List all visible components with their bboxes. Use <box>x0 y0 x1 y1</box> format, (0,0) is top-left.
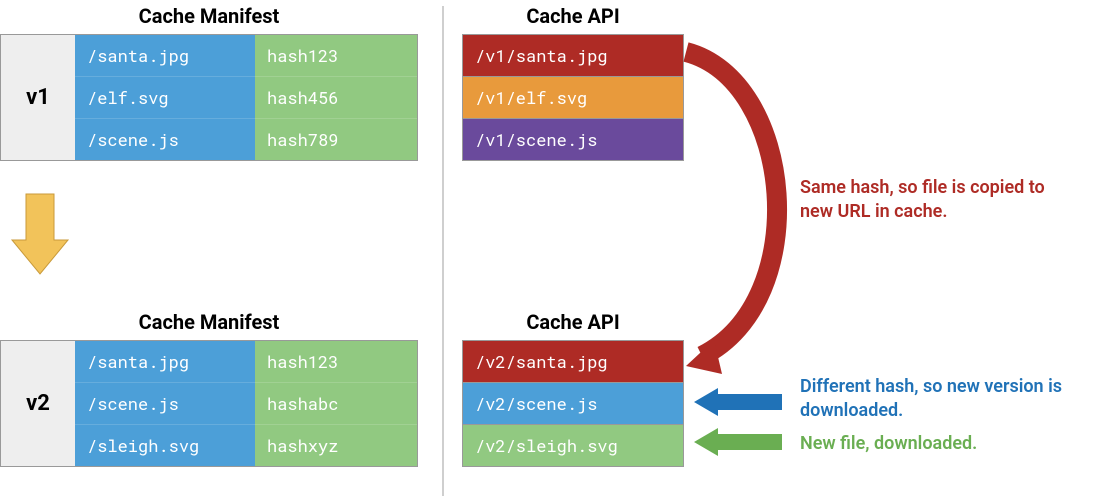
manifest-file: /scene.js <box>75 119 255 160</box>
manifest-file: /sleigh.svg <box>75 425 255 466</box>
manifest-hash: hash123 <box>255 35 417 77</box>
api-file: /sleigh.svg <box>506 434 618 457</box>
manifest-v1-version: v1 <box>1 35 75 160</box>
note-diff-hash: Different hash, so new version is downlo… <box>800 375 1080 424</box>
api-prefix: /v1 <box>475 44 506 67</box>
manifest-v2-block: Cache Manifest v2 /santa.jpg hash123 /sc… <box>0 310 418 467</box>
manifest-file: /santa.jpg <box>75 341 255 383</box>
cache-api-v1-heading: Cache API <box>462 4 684 28</box>
api-file: /scene.js <box>506 392 598 415</box>
manifest-hash: hashabc <box>255 383 417 425</box>
api-row: /v1/scene.js <box>462 118 684 161</box>
manifest-v2-files: /santa.jpg hash123 /scene.js hashabc /sl… <box>75 341 417 466</box>
api-prefix: /v1 <box>475 86 506 109</box>
down-arrow-icon <box>10 190 70 280</box>
api-row: /v2/sleigh.svg <box>462 424 684 467</box>
manifest-hash: hashxyz <box>255 425 417 466</box>
api-file: /santa.jpg <box>506 350 608 373</box>
manifest-row: /santa.jpg hash123 <box>75 341 417 383</box>
manifest-file: /elf.svg <box>75 77 255 119</box>
cache-api-v1-block: Cache API /v1/santa.jpg /v1/elf.svg /v1/… <box>462 4 684 161</box>
manifest-v2-heading: Cache Manifest <box>0 310 418 334</box>
api-prefix: /v2 <box>475 350 506 373</box>
api-row: /v1/elf.svg <box>462 76 684 118</box>
manifest-v2-version: v2 <box>1 341 75 466</box>
cache-api-v2-block: Cache API /v2/santa.jpg /v2/scene.js /v2… <box>462 310 684 467</box>
manifest-row: /scene.js hashabc <box>75 383 417 425</box>
api-row: /v1/santa.jpg <box>462 34 684 76</box>
note-same-hash: Same hash, so file is copied to new URL … <box>800 176 1050 225</box>
api-file: /scene.js <box>506 128 598 151</box>
manifest-v1-files: /santa.jpg hash123 /elf.svg hash456 /sce… <box>75 35 417 160</box>
api-file: /elf.svg <box>506 86 588 109</box>
api-prefix: /v1 <box>475 128 506 151</box>
manifest-file: /scene.js <box>75 383 255 425</box>
manifest-row: /scene.js hash789 <box>75 119 417 160</box>
manifest-hash: hash789 <box>255 119 417 160</box>
manifest-row: /sleigh.svg hashxyz <box>75 425 417 466</box>
diff-hash-arrow-icon <box>694 388 784 416</box>
new-file-arrow-icon <box>694 428 784 456</box>
api-file: /santa.jpg <box>506 44 608 67</box>
manifest-v2-table: v2 /santa.jpg hash123 /scene.js hashabc … <box>0 340 418 467</box>
api-row: /v2/santa.jpg <box>462 340 684 382</box>
api-row: /v2/scene.js <box>462 382 684 424</box>
column-divider <box>442 6 444 496</box>
note-new-file: New file, downloaded. <box>800 432 1060 456</box>
manifest-row: /elf.svg hash456 <box>75 77 417 119</box>
manifest-v1-table: v1 /santa.jpg hash123 /elf.svg hash456 /… <box>0 34 418 161</box>
api-prefix: /v2 <box>475 434 506 457</box>
api-prefix: /v2 <box>475 392 506 415</box>
manifest-file: /santa.jpg <box>75 35 255 77</box>
manifest-hash: hash456 <box>255 77 417 119</box>
manifest-row: /santa.jpg hash123 <box>75 35 417 77</box>
manifest-v1-block: Cache Manifest v1 /santa.jpg hash123 /el… <box>0 4 418 161</box>
manifest-hash: hash123 <box>255 341 417 383</box>
cache-api-v2-heading: Cache API <box>462 310 684 334</box>
manifest-v1-heading: Cache Manifest <box>0 4 418 28</box>
